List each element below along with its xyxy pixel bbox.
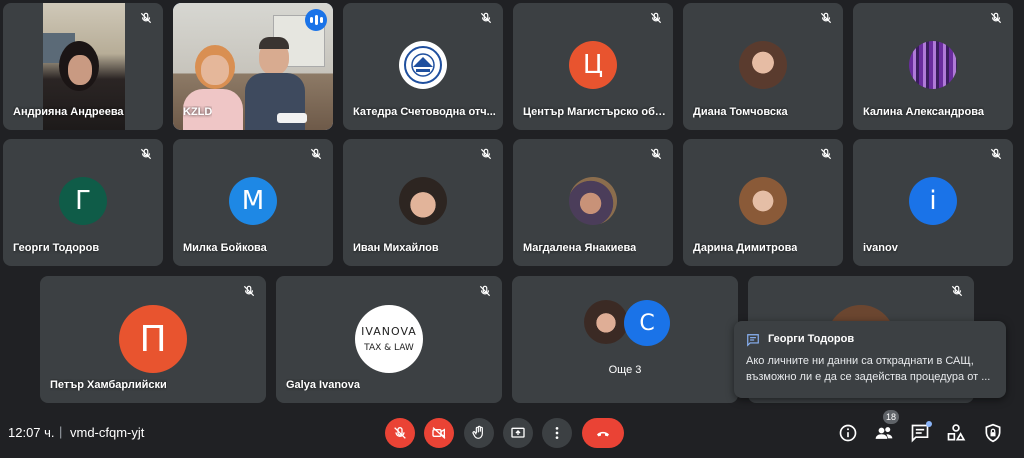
people-icon [875, 427, 893, 439]
mic-off-icon [140, 148, 152, 160]
avatar: IVANOVA TAX & LAW [355, 305, 423, 373]
avatar: Г [59, 177, 107, 225]
mic-off-icon [820, 148, 832, 160]
avatar [399, 41, 447, 89]
participant-name: Георги Тодоров [13, 242, 100, 254]
participant-name: Милка Бойкова [183, 242, 267, 254]
participant-name: ivanov [863, 242, 898, 254]
meeting-code: vmd-cfqm-yjt [70, 425, 145, 440]
avatar: i [909, 177, 957, 225]
host-controls-button[interactable] [980, 420, 1006, 446]
participant-name: Магдалена Янакиева [523, 242, 637, 254]
participant-name: Катедра Счетоводна отч... [353, 106, 496, 118]
more-participants-label: Още 3 [608, 364, 642, 376]
shield-lock-icon [985, 423, 1001, 443]
participant-tile-milka[interactable]: М Милка Бойкова [173, 139, 333, 266]
participant-name: Център Магистърско обу... [523, 106, 668, 118]
meeting-separator: | [59, 424, 63, 439]
activities-icon [947, 424, 966, 441]
organization-logo-icon [404, 46, 442, 84]
activities-button[interactable] [943, 420, 969, 446]
avatar [399, 177, 447, 225]
mic-off-icon [480, 12, 492, 24]
mic-off-icon [650, 12, 662, 24]
mic-off-icon [990, 12, 1002, 24]
people-button[interactable]: 18 [871, 410, 899, 446]
mic-off-icon [990, 148, 1002, 160]
meeting-details-button[interactable] [835, 420, 861, 446]
speaking-indicator-icon [305, 9, 327, 31]
microphone-toggle-button[interactable] [385, 418, 415, 448]
mic-off-icon [650, 148, 662, 160]
meeting-time: 12:07 ч. [8, 425, 55, 440]
participant-name: Петър Хамбарлийски [50, 379, 167, 391]
participant-name: Иван Михайлов [353, 242, 439, 254]
present-screen-button[interactable] [503, 418, 533, 448]
participant-name: Диана Томчовска [693, 106, 788, 118]
participant-name: Калина Александрова [863, 106, 984, 118]
mic-off-icon [310, 148, 322, 160]
participant-tile-darina[interactable]: Дарина Димитрова [683, 139, 843, 266]
hand-icon [472, 425, 483, 439]
participant-tile-petar[interactable]: П Петър Хамбарлийски [40, 276, 266, 403]
participant-tile-kalina[interactable]: Калина Александрова [853, 3, 1013, 130]
hang-up-icon [597, 431, 609, 437]
chat-button[interactable] [907, 420, 933, 446]
participant-tile-galya[interactable]: IVANOVA TAX & LAW Galya Ivanova [276, 276, 502, 403]
more-participants-tile[interactable]: С Още 3 [512, 276, 738, 403]
avatar [909, 41, 957, 89]
mic-off-icon [479, 285, 491, 297]
avatar: М [229, 177, 277, 225]
raise-hand-button[interactable] [464, 418, 494, 448]
participant-tile-center[interactable]: Ц Център Магистърско обу... [513, 3, 673, 130]
chat-message-icon [747, 334, 759, 347]
avatar: Ц [569, 41, 617, 89]
avatar [584, 300, 628, 344]
present-screen-icon [511, 427, 525, 438]
more-vert-icon [555, 427, 559, 439]
participant-tile-diana[interactable]: Диана Томчовска [683, 3, 843, 130]
participant-name: KZLD [183, 106, 213, 118]
participant-tile-ivanov[interactable]: i ivanov [853, 139, 1013, 266]
camera-off-icon [432, 427, 446, 439]
participant-name: Дарина Димитрова [693, 242, 798, 254]
more-options-button[interactable] [542, 418, 572, 448]
participant-tile-andriyana[interactable]: Андрияна Андреева [3, 3, 163, 130]
avatar [739, 41, 787, 89]
unread-dot-icon [926, 421, 932, 427]
mic-off-icon [140, 12, 152, 24]
participant-tile-georgi[interactable]: Г Георги Тодоров [3, 139, 163, 266]
avatar [569, 177, 617, 225]
chat-message: Ако личните ни данни са откраднати в САЩ… [746, 355, 991, 383]
mic-off-icon [820, 12, 832, 24]
camera-toggle-button[interactable] [424, 418, 454, 448]
participant-name: Galya Ivanova [286, 379, 360, 391]
mic-off-icon [394, 426, 406, 439]
logo-text-top: IVANOVA [361, 325, 417, 338]
avatar [739, 177, 787, 225]
info-icon [839, 424, 857, 442]
chat-notification[interactable]: Георги Тодоров Ако личните ни данни са о… [734, 321, 1006, 398]
participant-tile-kzld[interactable]: KZLD [173, 3, 333, 130]
logo-text-bottom: TAX & LAW [364, 343, 414, 353]
mic-off-icon [480, 148, 492, 160]
chat-sender: Георги Тодоров [768, 333, 855, 345]
participant-name: Андрияна Андреева [13, 106, 124, 118]
participant-tile-ivan[interactable]: Иван Михайлов [343, 139, 503, 266]
participant-tile-magdalena[interactable]: Магдалена Янакиева [513, 139, 673, 266]
mic-off-icon [243, 285, 255, 297]
participant-tile-katedra[interactable]: Катедра Счетоводна отч... [343, 3, 503, 130]
participant-count-badge: 18 [883, 410, 899, 424]
leave-call-button[interactable] [582, 418, 624, 448]
avatar: С [624, 300, 670, 346]
avatar: П [119, 305, 187, 373]
mic-off-icon [951, 285, 963, 297]
